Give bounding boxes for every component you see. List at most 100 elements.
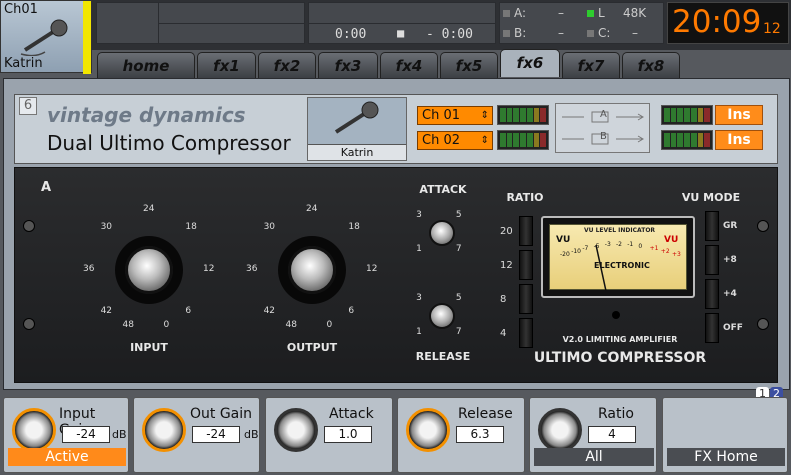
status-c-value: –	[632, 26, 638, 40]
ratio-bottom-knob[interactable]	[538, 408, 582, 452]
all-button[interactable]: All	[534, 448, 654, 466]
input-meter-1	[497, 105, 549, 125]
vu-face: VU LEVEL INDICATOR VU VU -20-10-7-5-3-2-…	[549, 224, 687, 291]
input-channel-2-select[interactable]: Ch 02 ⇕	[417, 131, 493, 150]
compressor-device: A 24 30 18 36 12 42 6 48 0 INPUT 24 30 18 36 12 42 6 48…	[14, 167, 778, 383]
vu-mode-label: VU MODE	[681, 191, 741, 204]
attack-bottom-value[interactable]: 1.0	[324, 426, 372, 443]
insert-button-2[interactable]: Ins	[715, 130, 763, 150]
input-gain-value[interactable]: -24	[62, 426, 110, 443]
status-b-label: B:	[514, 26, 527, 40]
tab-fx8[interactable]: fx8	[622, 52, 680, 78]
release-bottom-label: Release	[458, 406, 513, 422]
out-gain-knob[interactable]	[142, 408, 186, 452]
tab-fx1[interactable]: fx1	[197, 52, 256, 78]
vu-mode-button-1[interactable]	[705, 245, 719, 275]
output-knob[interactable]	[288, 246, 336, 294]
tab-fx3[interactable]: fx3	[318, 52, 378, 78]
ratio-control[interactable]: Ratio 4 All	[529, 397, 657, 473]
release-tick: 5	[455, 293, 462, 304]
input-knob[interactable]	[125, 246, 173, 294]
status-c-label: C:	[598, 26, 611, 40]
fx-source-name: Katrin	[308, 144, 406, 160]
ratio-bottom-value[interactable]: 4	[588, 426, 636, 443]
input-tick: 12	[203, 264, 215, 274]
output-label: OUTPUT	[286, 341, 338, 354]
ratio-button-8[interactable]	[519, 284, 533, 314]
scribble-left	[97, 3, 159, 43]
fx-source[interactable]: Katrin	[307, 97, 407, 161]
vu-mode-button-0[interactable]	[705, 211, 719, 241]
vu-screw-icon	[612, 311, 620, 319]
input-tick: 36	[83, 264, 95, 274]
channel-name: Katrin	[4, 56, 43, 71]
input-tick: 18	[185, 221, 197, 232]
release-knob[interactable]	[429, 303, 455, 329]
attack-tick: 3	[416, 210, 422, 221]
status-c: C:	[587, 26, 610, 40]
output-meter-2	[661, 130, 713, 150]
status-a: A:	[503, 6, 526, 20]
input-channel-1-select[interactable]: Ch 01 ⇕	[417, 106, 493, 125]
output-tick: 18	[348, 221, 360, 232]
ratio-button-12[interactable]	[519, 250, 533, 280]
ratio-value-label: 20	[500, 226, 513, 237]
vu-mode-button-3[interactable]	[705, 313, 719, 343]
input-meter-2	[497, 130, 549, 150]
vu-mode-label-0: GR	[723, 221, 738, 231]
ratio-button-4[interactable]	[519, 318, 533, 348]
attack-tick: 7	[455, 243, 462, 254]
channel-color-strip	[83, 1, 91, 74]
vu-meter: VU LEVEL INDICATOR VU VU -20-10-7-5-3-2-…	[541, 216, 695, 298]
tab-fx7[interactable]: fx7	[562, 52, 620, 78]
clock-hm: 20:09	[672, 4, 762, 40]
output-tick: 24	[306, 204, 318, 214]
attack-bottom-knob[interactable]	[274, 408, 318, 452]
tab-fx6[interactable]: fx6	[500, 49, 560, 77]
attack-bottom-label: Attack	[329, 406, 374, 422]
channel-select-box[interactable]: Ch01 Katrin	[0, 0, 92, 74]
vu-mode-button-2[interactable]	[705, 279, 719, 309]
release-tick: 3	[416, 293, 422, 304]
tab-fx2[interactable]: fx2	[258, 52, 316, 78]
ratio-button-20[interactable]	[519, 216, 533, 246]
route-b-label: B	[600, 131, 607, 142]
release-bottom-knob[interactable]	[406, 408, 450, 452]
input-label: INPUT	[130, 341, 168, 354]
tab-fx4[interactable]: fx4	[380, 52, 438, 78]
tab-fx5[interactable]: fx5	[440, 52, 498, 78]
input-tick: 0	[163, 320, 170, 331]
output-tick: 42	[263, 306, 276, 317]
input-channel-1-value: Ch 01	[422, 108, 460, 123]
input-gain-knob[interactable]	[12, 408, 56, 452]
out-gain-control[interactable]: Out Gain -24 dB	[133, 397, 260, 473]
attack-knob[interactable]	[429, 220, 455, 246]
input-gain-control[interactable]: Input Gain -24 dB Active	[3, 397, 129, 473]
input-tick: 30	[100, 221, 113, 232]
channel-id: Ch01	[4, 2, 38, 17]
input-tick: 24	[143, 204, 155, 214]
scribble-divider	[159, 23, 305, 24]
active-button[interactable]: Active	[8, 448, 126, 466]
out-gain-value[interactable]: -24	[192, 426, 240, 443]
microphone-icon	[20, 19, 68, 56]
release-control[interactable]: Release 6.3	[397, 397, 525, 473]
time-position: 0:00	[335, 27, 367, 42]
clock: 20:09 12	[667, 2, 789, 44]
route-a-label: A	[600, 109, 607, 120]
out-gain-label: Out Gain	[190, 406, 253, 422]
insert-button-1[interactable]: Ins	[715, 105, 763, 125]
stop-icon[interactable]: ■	[397, 26, 404, 40]
tab-home[interactable]: home	[97, 52, 195, 78]
attack-control[interactable]: Attack 1.0	[265, 397, 393, 473]
output-tick: 6	[348, 306, 355, 317]
status-b-value: –	[558, 26, 564, 40]
status-display: A: – L 48K B: – C: –	[499, 2, 664, 44]
select-arrow-icon: ⇕	[480, 110, 489, 121]
release-tick: 7	[455, 326, 462, 337]
fx-home-button[interactable]: FX Home	[667, 448, 785, 466]
sample-rate: 48K	[623, 6, 647, 20]
fx-title: Dual Ultimo Compressor	[47, 131, 291, 155]
output-tick: 0	[326, 320, 333, 331]
release-bottom-value[interactable]: 6.3	[456, 426, 504, 443]
